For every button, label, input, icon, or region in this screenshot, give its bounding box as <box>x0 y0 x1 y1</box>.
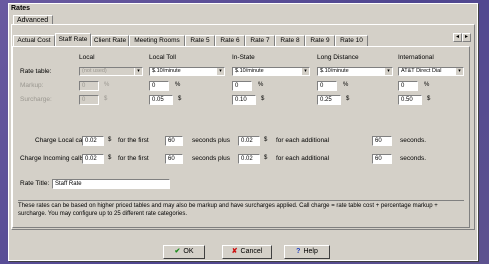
checkmark-icon: ✔ <box>174 248 181 255</box>
charge-incoming-first-seconds-input[interactable]: 60 <box>165 154 183 164</box>
tab-actual-cost[interactable]: Actual Cost <box>13 35 55 46</box>
charge-local-first-amount-input[interactable]: 0.02 <box>82 136 104 146</box>
chevron-down-icon: ▾ <box>301 68 309 75</box>
rate-title-label: Rate Title: <box>20 180 50 187</box>
tab-rate-10[interactable]: Rate 10 <box>335 35 368 46</box>
tab-client-rate[interactable]: Client Rate <box>91 35 129 46</box>
ok-button-label: OK <box>183 248 194 255</box>
surcharge-local-toll-unit: $ <box>178 96 182 102</box>
rate-table-local-toll-select[interactable]: $.10/minute ▾ <box>149 67 225 76</box>
markup-label: Markup: <box>20 82 44 89</box>
rate-table-long-distance-select[interactable]: $.10/minute ▾ <box>317 67 393 76</box>
rate-title-input[interactable]: Staff Rate <box>52 179 170 189</box>
cancel-button[interactable]: ✘ Cancel <box>222 245 272 259</box>
surcharge-in-state-input[interactable]: 0.10 <box>232 95 256 105</box>
surcharge-in-state-unit: $ <box>261 96 265 102</box>
markup-local-toll-input[interactable]: 0 <box>149 81 169 91</box>
charge-incoming-dollar: $ <box>108 155 112 161</box>
rate-table-local-value: (not used) <box>82 68 107 74</box>
tab-rate-8[interactable]: Rate 8 <box>275 35 305 46</box>
markup-local-input[interactable]: 0 <box>79 81 99 91</box>
charge-local-additional-amount-input[interactable]: 0.02 <box>238 136 260 146</box>
charge-incoming-for-each: for each additional <box>276 155 330 162</box>
tab-rate-7[interactable]: Rate 7 <box>245 35 275 46</box>
rate-table-local-toll-value: $.10/minute <box>152 68 181 74</box>
charge-local-for-first: for the first <box>118 137 149 144</box>
surcharge-long-distance-input[interactable]: 0.25 <box>317 95 341 105</box>
surcharge-local-input[interactable]: 0 <box>79 95 99 105</box>
rate-table-international-value: AT&T Direct Dial <box>401 68 442 74</box>
markup-local-toll-unit: % <box>175 82 181 88</box>
question-mark-icon: ? <box>296 248 301 255</box>
charge-incoming-additional-amount-input[interactable]: 0.02 <box>238 154 260 164</box>
tab-rate-6[interactable]: Rate 6 <box>215 35 245 46</box>
col-header-local: Local <box>79 54 95 61</box>
charge-incoming-seconds: seconds. <box>400 155 427 162</box>
charge-incoming-seconds-plus: seconds plus <box>192 155 230 162</box>
rate-table-in-state-value: $.10/minute <box>235 68 264 74</box>
charge-local-dollar-2: $ <box>264 137 268 143</box>
col-header-international: International <box>398 54 434 61</box>
markup-international-input[interactable]: 0 <box>398 81 418 91</box>
surcharge-local-unit: $ <box>104 96 108 102</box>
tab-staff-rate[interactable]: Staff Rate <box>55 33 91 46</box>
col-header-in-state: In-State <box>232 54 255 61</box>
col-header-long-distance: Long Distance <box>317 54 359 61</box>
markup-international-unit: % <box>424 82 430 88</box>
charge-incoming-for-first: for the first <box>118 155 149 162</box>
chevron-down-icon: ▾ <box>455 68 463 75</box>
col-header-local-toll: Local Toll <box>149 54 176 61</box>
help-button[interactable]: ? Help <box>284 245 330 259</box>
close-icon: ✘ <box>231 248 238 255</box>
charge-incoming-label: Charge Incoming calls <box>20 155 85 162</box>
charge-local-seconds-plus: seconds plus <box>192 137 230 144</box>
markup-in-state-input[interactable]: 0 <box>232 81 252 91</box>
help-button-label: Help <box>303 248 318 255</box>
charge-incoming-first-amount-input[interactable]: 0.02 <box>82 154 104 164</box>
charge-incoming-additional-seconds-input[interactable]: 60 <box>372 154 392 164</box>
rate-table-international-select[interactable]: AT&T Direct Dial ▾ <box>398 67 464 76</box>
markup-long-distance-input[interactable]: 0 <box>317 81 337 91</box>
surcharge-label: Surcharge: <box>20 96 52 103</box>
rate-table-in-state-select[interactable]: $.10/minute ▾ <box>232 67 310 76</box>
rate-table-label: Rate table: <box>20 68 52 75</box>
surcharge-international-unit: $ <box>427 96 431 102</box>
chevron-down-icon: ▾ <box>384 68 392 75</box>
chevron-down-icon: ▾ <box>216 68 224 75</box>
tab-scroll-right-icon[interactable]: ▸ <box>462 33 471 42</box>
tab-rate-5[interactable]: Rate 5 <box>185 35 215 46</box>
surcharge-long-distance-unit: $ <box>346 96 350 102</box>
window-title: Rates <box>11 5 31 12</box>
charge-incoming-dollar-2: $ <box>264 155 268 161</box>
chevron-down-icon: ▾ <box>134 68 142 75</box>
tab-rate-9[interactable]: Rate 9 <box>305 35 335 46</box>
charge-local-additional-seconds-input[interactable]: 60 <box>372 136 392 146</box>
charge-local-for-each: for each additional <box>276 137 330 144</box>
rates-help-note: These rates can be based on higher price… <box>18 200 464 218</box>
tab-scroll-left-icon[interactable]: ◂ <box>453 33 462 42</box>
surcharge-local-toll-input[interactable]: 0.05 <box>149 95 173 105</box>
surcharge-international-input[interactable]: 0.50 <box>398 95 422 105</box>
tab-meeting-rooms[interactable]: Meeting Rooms <box>129 35 185 46</box>
rate-table-long-distance-value: $.10/minute <box>320 68 349 74</box>
charge-local-seconds: seconds. <box>400 137 427 144</box>
charge-local-dollar: $ <box>108 137 112 143</box>
markup-long-distance-unit: % <box>343 82 349 88</box>
ok-button[interactable]: ✔ OK <box>163 245 205 259</box>
markup-in-state-unit: % <box>258 82 264 88</box>
markup-local-unit: % <box>104 82 110 88</box>
rate-table-local-select[interactable]: (not used) ▾ <box>79 67 143 76</box>
charge-local-label: Charge Local calls <box>35 137 89 144</box>
charge-local-first-seconds-input[interactable]: 60 <box>165 136 183 146</box>
cancel-button-label: Cancel <box>240 248 263 255</box>
